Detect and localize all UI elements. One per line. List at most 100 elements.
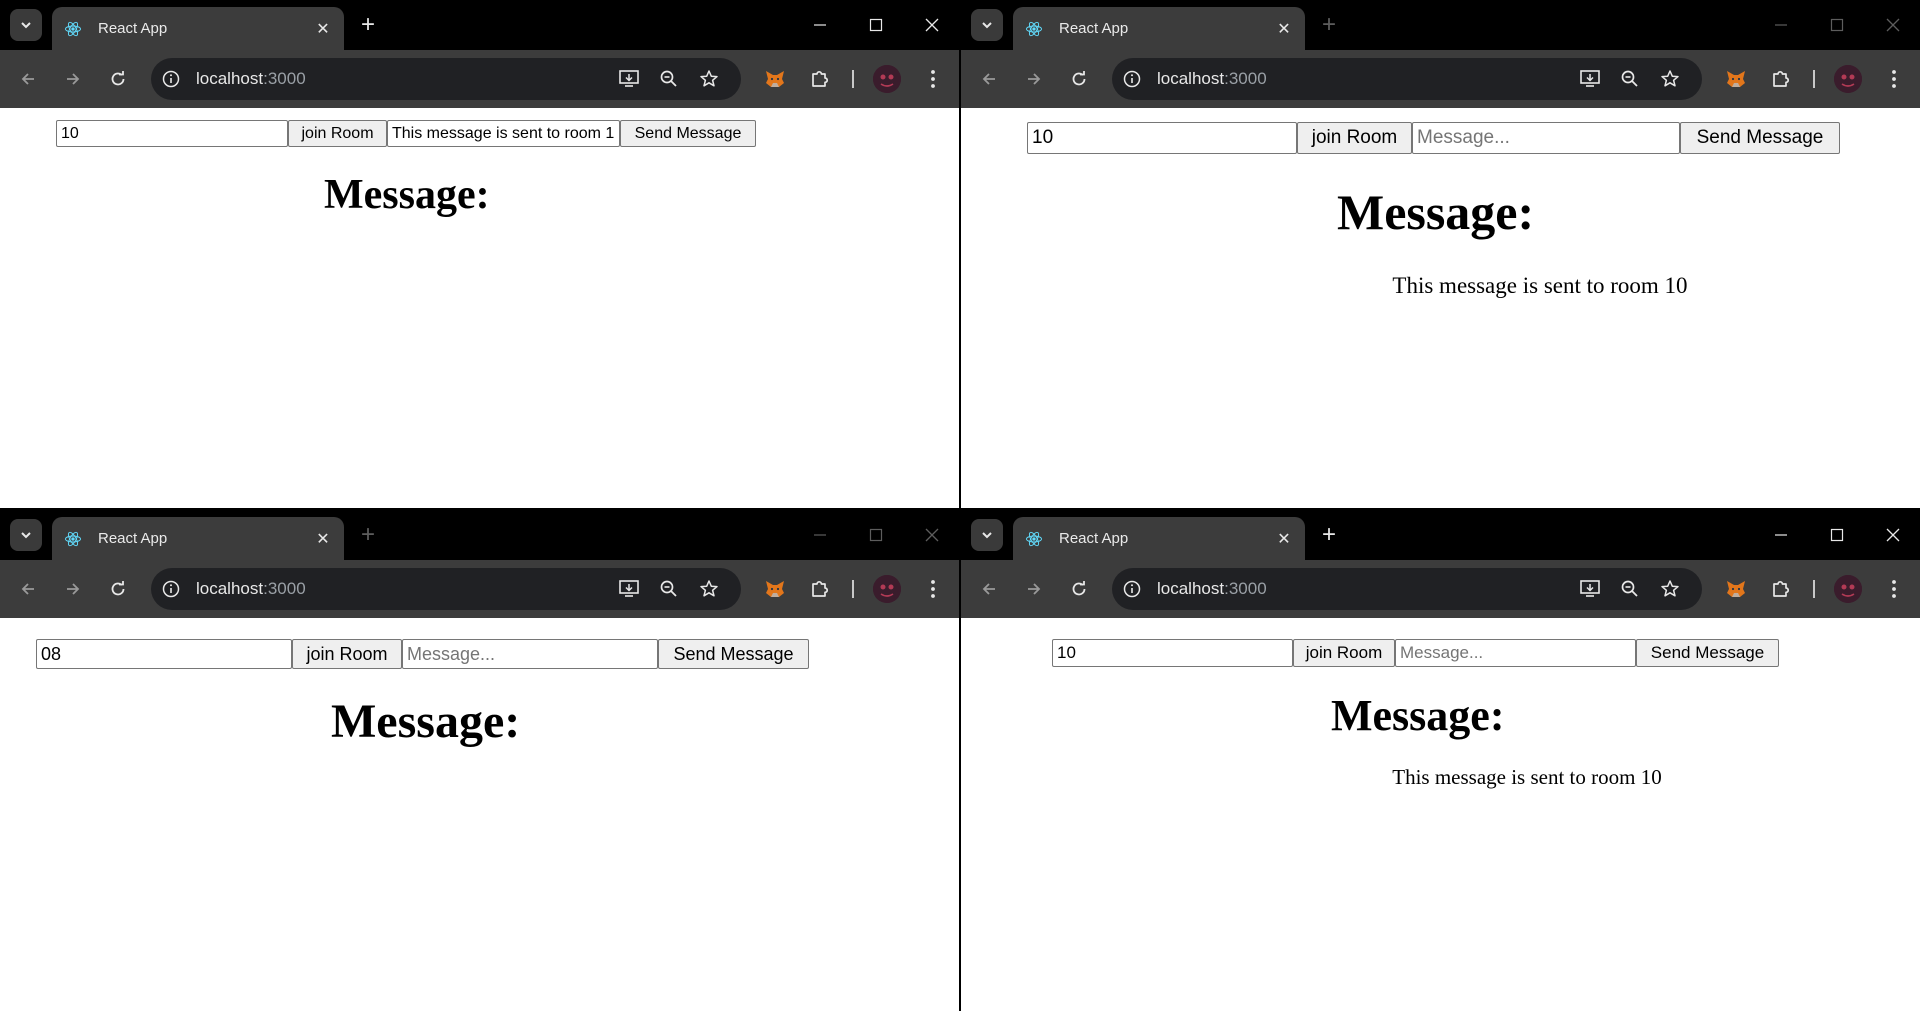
forward-arrow-icon[interactable]: [59, 65, 87, 93]
url-port: :3000: [263, 69, 306, 88]
url-text[interactable]: localhost:3000: [196, 69, 306, 89]
minimize-icon[interactable]: [1767, 11, 1795, 39]
install-app-icon[interactable]: [1578, 577, 1602, 601]
message-input[interactable]: [1412, 122, 1680, 154]
reload-icon[interactable]: [1065, 65, 1093, 93]
address-bar[interactable]: localhost:3000: [1112, 568, 1702, 610]
back-arrow-icon[interactable]: [14, 65, 42, 93]
reload-icon[interactable]: [104, 65, 132, 93]
reload-icon[interactable]: [104, 575, 132, 603]
install-app-icon[interactable]: [617, 577, 641, 601]
avatar[interactable]: [873, 575, 901, 603]
message-input[interactable]: [387, 120, 620, 147]
toolbar-separator: [852, 70, 854, 88]
url-port: :3000: [1224, 579, 1267, 598]
close-window-icon[interactable]: [1879, 11, 1907, 39]
fox-icon[interactable]: [1722, 575, 1750, 603]
info-icon[interactable]: [161, 579, 181, 599]
reload-icon[interactable]: [1065, 575, 1093, 603]
maximize-icon[interactable]: [862, 11, 890, 39]
join-room-button[interactable]: join Room: [292, 639, 402, 669]
avatar[interactable]: [1834, 575, 1862, 603]
close-tab-icon[interactable]: ✕: [312, 529, 334, 549]
url-text[interactable]: localhost:3000: [1157, 69, 1267, 89]
close-tab-icon[interactable]: ✕: [1273, 529, 1295, 549]
star-icon[interactable]: [697, 67, 721, 91]
url-text[interactable]: localhost:3000: [1157, 579, 1267, 599]
fox-icon[interactable]: [761, 65, 789, 93]
url-text[interactable]: localhost:3000: [196, 579, 306, 599]
kebab-menu-icon[interactable]: [1880, 575, 1908, 603]
new-tab-button[interactable]: +: [354, 11, 382, 39]
star-icon[interactable]: [1658, 67, 1682, 91]
room-input[interactable]: [36, 639, 292, 669]
address-bar[interactable]: localhost:3000: [1112, 58, 1702, 100]
forward-arrow-icon[interactable]: [1020, 575, 1048, 603]
fox-icon[interactable]: [1722, 65, 1750, 93]
close-tab-icon[interactable]: ✕: [1273, 19, 1295, 39]
tab-react-app[interactable]: React App ✕: [1013, 517, 1305, 560]
puzzle-icon[interactable]: [1767, 575, 1795, 603]
maximize-icon[interactable]: [1823, 521, 1851, 549]
tab-search-button[interactable]: [10, 519, 42, 551]
info-icon[interactable]: [1122, 579, 1142, 599]
tab-react-app[interactable]: React App ✕: [52, 517, 344, 560]
puzzle-icon[interactable]: [806, 65, 834, 93]
new-tab-button[interactable]: +: [1315, 11, 1343, 39]
join-room-button[interactable]: join Room: [1297, 122, 1412, 154]
tab-react-app[interactable]: React App ✕: [1013, 7, 1305, 50]
join-room-button[interactable]: join Room: [288, 120, 387, 147]
avatar[interactable]: [873, 65, 901, 93]
tab-search-button[interactable]: [971, 9, 1003, 41]
minimize-icon[interactable]: [806, 11, 834, 39]
message-heading: Message:: [1331, 691, 1505, 740]
send-message-button[interactable]: Send Message: [658, 639, 809, 669]
zoom-out-icon[interactable]: [1618, 577, 1642, 601]
maximize-icon[interactable]: [1823, 11, 1851, 39]
message-input[interactable]: [402, 639, 658, 669]
star-icon[interactable]: [1658, 577, 1682, 601]
minimize-icon[interactable]: [1767, 521, 1795, 549]
info-icon[interactable]: [161, 69, 181, 89]
zoom-out-icon[interactable]: [657, 67, 681, 91]
kebab-menu-icon[interactable]: [1880, 65, 1908, 93]
back-arrow-icon[interactable]: [975, 65, 1003, 93]
zoom-out-icon[interactable]: [1618, 67, 1642, 91]
fox-icon[interactable]: [761, 575, 789, 603]
close-window-icon[interactable]: [918, 11, 946, 39]
puzzle-icon[interactable]: [1767, 65, 1795, 93]
kebab-menu-icon[interactable]: [919, 575, 947, 603]
star-icon[interactable]: [697, 577, 721, 601]
install-app-icon[interactable]: [617, 67, 641, 91]
puzzle-icon[interactable]: [806, 575, 834, 603]
install-app-icon[interactable]: [1578, 67, 1602, 91]
address-bar[interactable]: localhost:3000: [151, 58, 741, 100]
send-message-button[interactable]: Send Message: [1680, 122, 1840, 154]
forward-arrow-icon[interactable]: [59, 575, 87, 603]
room-input[interactable]: [1052, 639, 1293, 667]
tab-search-button[interactable]: [10, 9, 42, 41]
back-arrow-icon[interactable]: [14, 575, 42, 603]
avatar[interactable]: [1834, 65, 1862, 93]
message-input[interactable]: [1395, 639, 1636, 667]
room-input[interactable]: [1027, 122, 1297, 154]
info-icon[interactable]: [1122, 69, 1142, 89]
maximize-icon[interactable]: [862, 521, 890, 549]
close-window-icon[interactable]: [918, 521, 946, 549]
send-message-button[interactable]: Send Message: [620, 120, 756, 147]
send-message-button[interactable]: Send Message: [1636, 639, 1779, 667]
minimize-icon[interactable]: [806, 521, 834, 549]
room-input[interactable]: [56, 120, 288, 147]
tab-search-button[interactable]: [971, 519, 1003, 551]
close-tab-icon[interactable]: ✕: [312, 19, 334, 39]
forward-arrow-icon[interactable]: [1020, 65, 1048, 93]
zoom-out-icon[interactable]: [657, 577, 681, 601]
kebab-menu-icon[interactable]: [919, 65, 947, 93]
join-room-button[interactable]: join Room: [1293, 639, 1395, 667]
new-tab-button[interactable]: +: [354, 521, 382, 549]
new-tab-button[interactable]: +: [1315, 521, 1343, 549]
close-window-icon[interactable]: [1879, 521, 1907, 549]
address-bar[interactable]: localhost:3000: [151, 568, 741, 610]
tab-react-app[interactable]: React App ✕: [52, 7, 344, 50]
back-arrow-icon[interactable]: [975, 575, 1003, 603]
